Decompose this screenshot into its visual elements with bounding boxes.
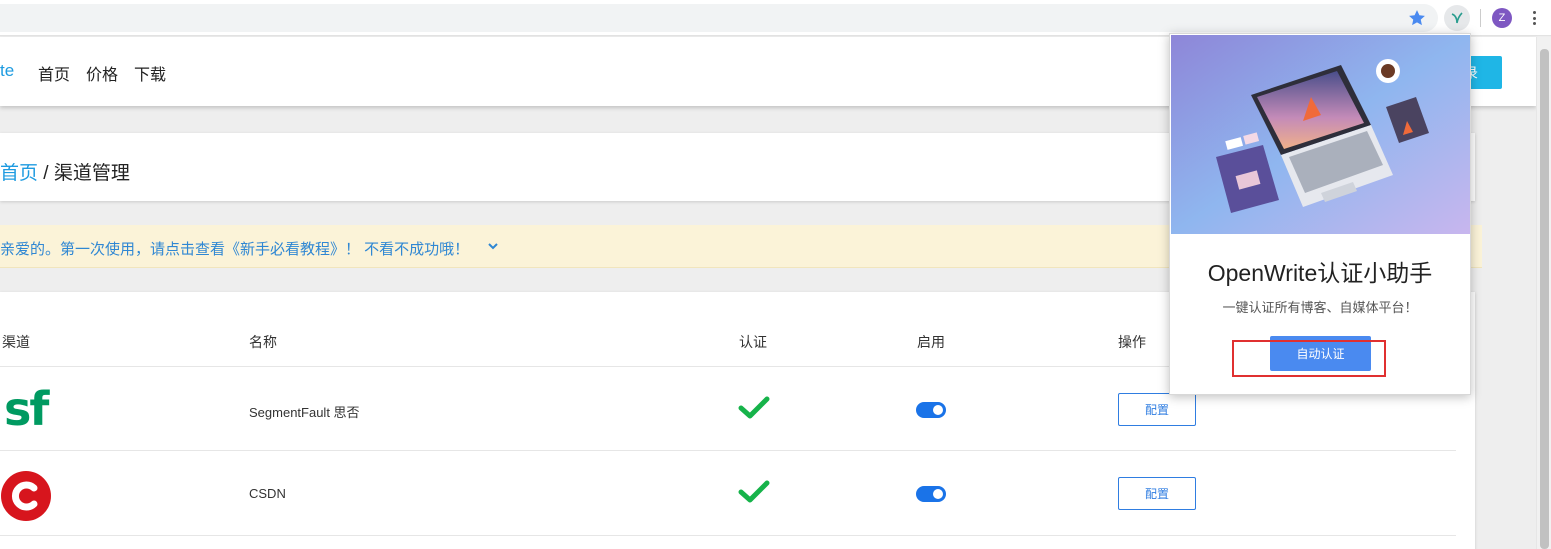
check-icon xyxy=(738,396,770,419)
nav-pricing[interactable]: 价格 xyxy=(86,61,118,85)
vertical-dots-icon[interactable] xyxy=(1530,9,1538,27)
config-button[interactable]: 配置 xyxy=(1118,393,1196,426)
csdn-logo xyxy=(1,471,51,521)
star-icon[interactable] xyxy=(1407,8,1427,28)
column-header-name: 名称 xyxy=(249,334,277,350)
enable-toggle[interactable] xyxy=(916,402,946,418)
breadcrumb-current: 渠道管理 xyxy=(53,163,130,184)
popup-title: OpenWrite认证小助手 xyxy=(1207,260,1433,286)
laptop-hero-illustration xyxy=(1171,35,1470,234)
column-header-verified: 认证 xyxy=(739,334,767,350)
column-header-actions: 操作 xyxy=(1118,334,1146,350)
notice-text[interactable]: 亲爱的。第一次使用，请点击查看《新手必看教程》！ 不看不成功哦！ xyxy=(0,238,469,259)
column-header-enabled: 启用 xyxy=(917,334,945,350)
auto-verify-button[interactable]: 自动认证 xyxy=(1270,336,1371,371)
config-button[interactable]: 配置 xyxy=(1118,477,1196,510)
breadcrumb-home[interactable]: 首页 xyxy=(0,163,38,184)
channel-name: SegmentFault 思否 xyxy=(249,405,360,420)
chevron-down-icon[interactable] xyxy=(486,239,500,253)
breadcrumb-separator: / xyxy=(38,163,54,184)
enable-toggle[interactable] xyxy=(916,486,946,502)
page-scrollbar[interactable] xyxy=(1536,37,1551,549)
row-divider xyxy=(0,535,1456,536)
address-bar[interactable] xyxy=(0,4,1438,32)
brand-logo-text[interactable]: te xyxy=(0,61,14,81)
channel-name: CSDN xyxy=(249,486,286,501)
browser-toolbar: Z xyxy=(0,0,1551,36)
toolbar-divider xyxy=(1480,9,1481,27)
profile-avatar[interactable]: Z xyxy=(1492,8,1512,28)
check-icon xyxy=(738,480,770,503)
popup-subtitle: 一键认证所有博客、自媒体平台！ xyxy=(1222,300,1418,315)
leaf-icon xyxy=(1451,12,1463,24)
main-nav: 首页 价格 下载 xyxy=(38,61,166,85)
openwrite-extension-popup: OpenWrite认证小助手 一键认证所有博客、自媒体平台！ 自动认证 xyxy=(1169,33,1471,395)
row-divider xyxy=(0,450,1456,451)
breadcrumb: 首页 / 渠道管理 xyxy=(0,158,130,185)
nav-home[interactable]: 首页 xyxy=(38,61,70,85)
openwrite-extension-icon[interactable] xyxy=(1444,5,1470,31)
nav-download[interactable]: 下载 xyxy=(134,61,166,85)
segmentfault-logo: sf xyxy=(4,382,49,436)
column-header-channel: 渠道 xyxy=(2,334,30,350)
scrollbar-thumb[interactable] xyxy=(1540,49,1549,549)
